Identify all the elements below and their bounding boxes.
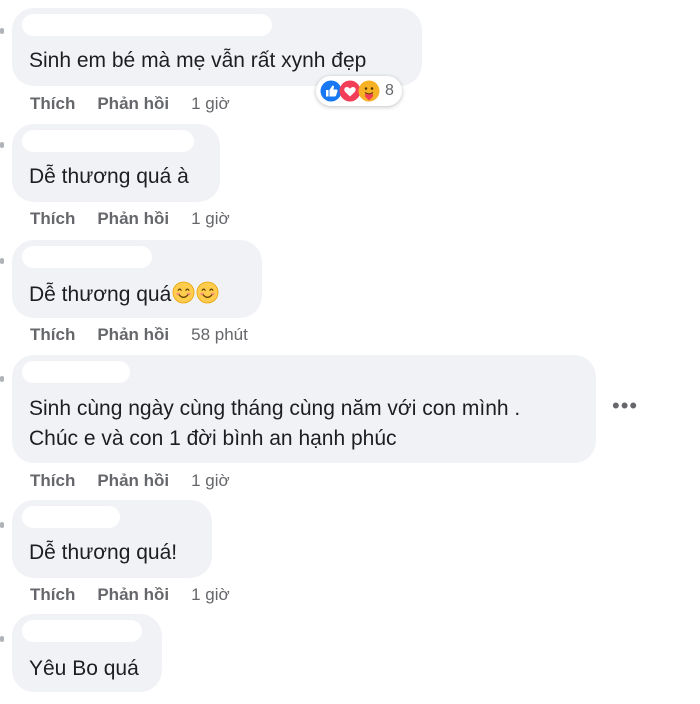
more-options-icon[interactable]: ••• — [612, 393, 638, 419]
comment-text: Dễ thương quá à — [29, 165, 189, 188]
comment-text: Dễ thương quá! — [29, 541, 178, 564]
comment-timestamp[interactable]: 1 giờ — [191, 209, 230, 228]
thread-edge-marker — [0, 28, 4, 34]
comment-actions: Thích Phản hồi 1 giờ — [30, 209, 230, 229]
comment-timestamp[interactable]: 58 phút — [191, 325, 248, 344]
smiling-face-icon — [196, 281, 219, 304]
redacted-author-name — [22, 14, 272, 36]
comment-text: Yêu Bo quá — [29, 657, 139, 680]
comment-timestamp[interactable]: 1 giờ — [191, 471, 230, 490]
comment-bubble: Dễ thương quá à — [12, 124, 220, 202]
comment-text: Sinh em bé mà mẹ vẫn rất xynh đẹp — [29, 49, 367, 72]
reply-button[interactable]: Phản hồi — [97, 471, 169, 490]
reaction-summary[interactable]: 8 — [316, 76, 402, 106]
reply-button[interactable]: Phản hồi — [97, 585, 169, 604]
redacted-author-name — [22, 246, 152, 268]
comment-text-content: Dễ thương quá — [29, 283, 172, 306]
care-reaction-icon — [358, 80, 380, 102]
smiling-face-icon — [172, 281, 195, 304]
comment-timestamp[interactable]: 1 giờ — [191, 585, 230, 604]
redacted-author-name — [22, 620, 142, 642]
thread-edge-marker — [0, 258, 4, 264]
thread-edge-marker — [0, 522, 4, 528]
comment-actions: Thích Phản hồi 1 giờ — [30, 585, 230, 605]
like-button[interactable]: Thích — [30, 94, 75, 113]
comment-timestamp[interactable]: 1 giờ — [191, 94, 230, 113]
like-button[interactable]: Thích — [30, 209, 75, 228]
like-button[interactable]: Thích — [30, 325, 75, 344]
comment-actions: Thích Phản hồi 1 giờ — [30, 94, 230, 114]
thread-edge-marker — [0, 142, 4, 148]
comment-bubble: Sinh em bé mà mẹ vẫn rất xynh đẹp — [12, 8, 422, 86]
redacted-author-name — [22, 506, 120, 528]
like-button[interactable]: Thích — [30, 585, 75, 604]
comment-text-line-1: Sinh cùng ngày cùng tháng cùng năm với c… — [29, 397, 521, 420]
reply-button[interactable]: Phản hồi — [97, 209, 169, 228]
thread-edge-marker — [0, 376, 4, 382]
comment-actions: Thích Phản hồi 1 giờ — [30, 471, 230, 491]
comment-bubble: Dễ thương quá — [12, 240, 262, 318]
comment-bubble: Sinh cùng ngày cùng tháng cùng năm với c… — [12, 355, 596, 463]
comment-bubble: Yêu Bo quá — [12, 614, 162, 692]
comment-bubble: Dễ thương quá! — [12, 500, 212, 578]
thread-edge-marker — [0, 636, 4, 642]
redacted-author-name — [22, 361, 130, 383]
reply-button[interactable]: Phản hồi — [97, 94, 169, 113]
comment-text-line-2: Chúc e và con 1 đời bình an hạnh phúc — [29, 427, 397, 450]
like-button[interactable]: Thích — [30, 471, 75, 490]
redacted-author-name — [22, 130, 194, 152]
reply-button[interactable]: Phản hồi — [97, 325, 169, 344]
reaction-count: 8 — [385, 82, 394, 99]
comment-actions: Thích Phản hồi 58 phút — [30, 325, 248, 345]
comment-text: Dễ thương quá — [29, 280, 219, 309]
